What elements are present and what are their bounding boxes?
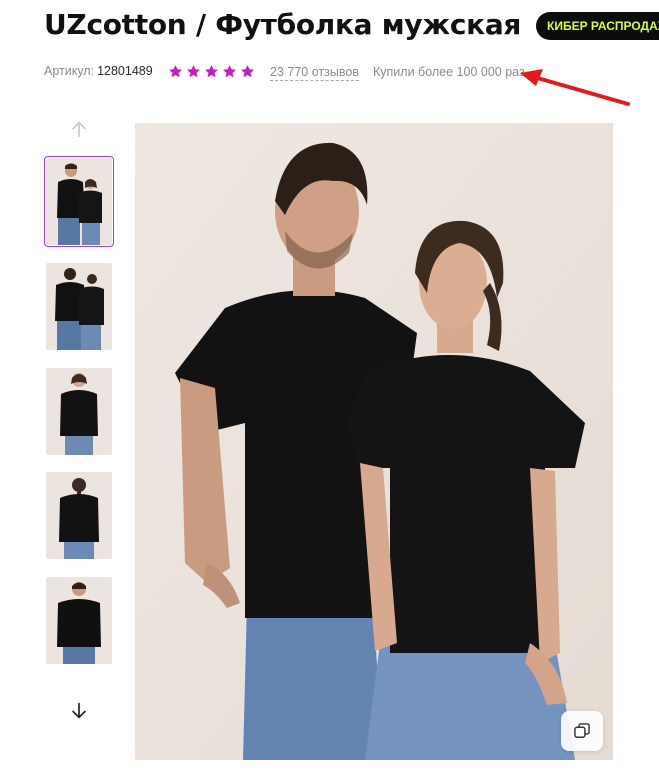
photo-man-woman-front bbox=[46, 158, 112, 245]
photo-woman-front bbox=[46, 368, 112, 455]
arrow-up-icon[interactable] bbox=[68, 118, 90, 140]
copy-icon bbox=[574, 723, 590, 738]
star-icon bbox=[223, 65, 236, 78]
photo-woman-back bbox=[46, 472, 112, 559]
star-icon bbox=[187, 65, 200, 78]
thumbnail-2[interactable] bbox=[46, 263, 112, 350]
annotation-arrow-icon bbox=[520, 69, 630, 106]
purchase-count: Купили более 100 000 раз bbox=[373, 65, 525, 79]
photo-models-black-tshirts bbox=[135, 123, 613, 760]
thumbnail-3[interactable] bbox=[46, 368, 112, 455]
thumbnail-1[interactable] bbox=[44, 156, 114, 247]
product-title: UZcotton / Футболка мужская bbox=[44, 8, 522, 41]
star-icon bbox=[241, 65, 254, 78]
arrow-down-icon[interactable] bbox=[68, 700, 90, 722]
thumbnail-4[interactable] bbox=[46, 472, 112, 559]
star-icon bbox=[169, 65, 182, 78]
product-meta-row: Артикул: 12801489 23 770 отзывов Купили б… bbox=[44, 64, 525, 82]
photo-man-woman-back bbox=[46, 263, 112, 350]
main-product-image[interactable] bbox=[135, 123, 613, 760]
thumbnail-5[interactable] bbox=[46, 577, 112, 664]
reviews-link[interactable]: 23 770 отзывов bbox=[270, 65, 359, 81]
rating-stars bbox=[168, 64, 255, 79]
sku-label: Артикул: bbox=[44, 64, 95, 78]
sku-value[interactable]: 12801489 bbox=[97, 64, 153, 78]
star-icon bbox=[205, 65, 218, 78]
photo-man-front bbox=[46, 577, 112, 664]
cyber-sale-badge[interactable]: КИБЕР РАСПРОДАЖ bbox=[536, 12, 659, 40]
copy-image-button[interactable] bbox=[561, 711, 603, 751]
